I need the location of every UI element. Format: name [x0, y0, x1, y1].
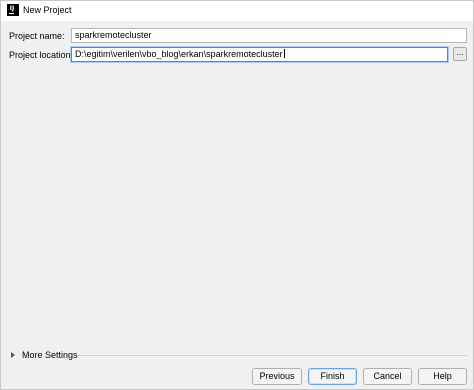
more-settings-toggle[interactable]: More Settings	[11, 350, 78, 360]
project-location-value: D:\egitim\verilen\vbo_blog\erkan\sparkre…	[75, 49, 283, 59]
project-location-input[interactable]: D:\egitim\verilen\vbo_blog\erkan\sparkre…	[71, 47, 448, 62]
browse-location-button[interactable]: ...	[453, 47, 467, 61]
title-bar[interactable]: IJ New Project	[1, 1, 473, 21]
project-location-label: Project location:	[9, 50, 74, 60]
expand-triangle-icon	[11, 352, 15, 358]
window-title: New Project	[23, 5, 72, 15]
project-name-input[interactable]: sparkremotecluster	[71, 28, 467, 43]
project-name-label: Project name:	[9, 31, 65, 41]
cancel-button[interactable]: Cancel	[363, 368, 412, 385]
previous-button[interactable]: Previous	[252, 368, 302, 385]
text-caret	[283, 49, 285, 58]
new-project-dialog: IJ New Project Project name: sparkremote…	[0, 0, 474, 390]
finish-button[interactable]: Finish	[308, 368, 357, 385]
help-button[interactable]: Help	[418, 368, 467, 385]
more-settings-divider	[77, 355, 467, 356]
more-settings-label: More Settings	[22, 350, 78, 360]
intellij-idea-icon: IJ	[7, 4, 19, 16]
project-name-value: sparkremotecluster	[75, 30, 152, 40]
